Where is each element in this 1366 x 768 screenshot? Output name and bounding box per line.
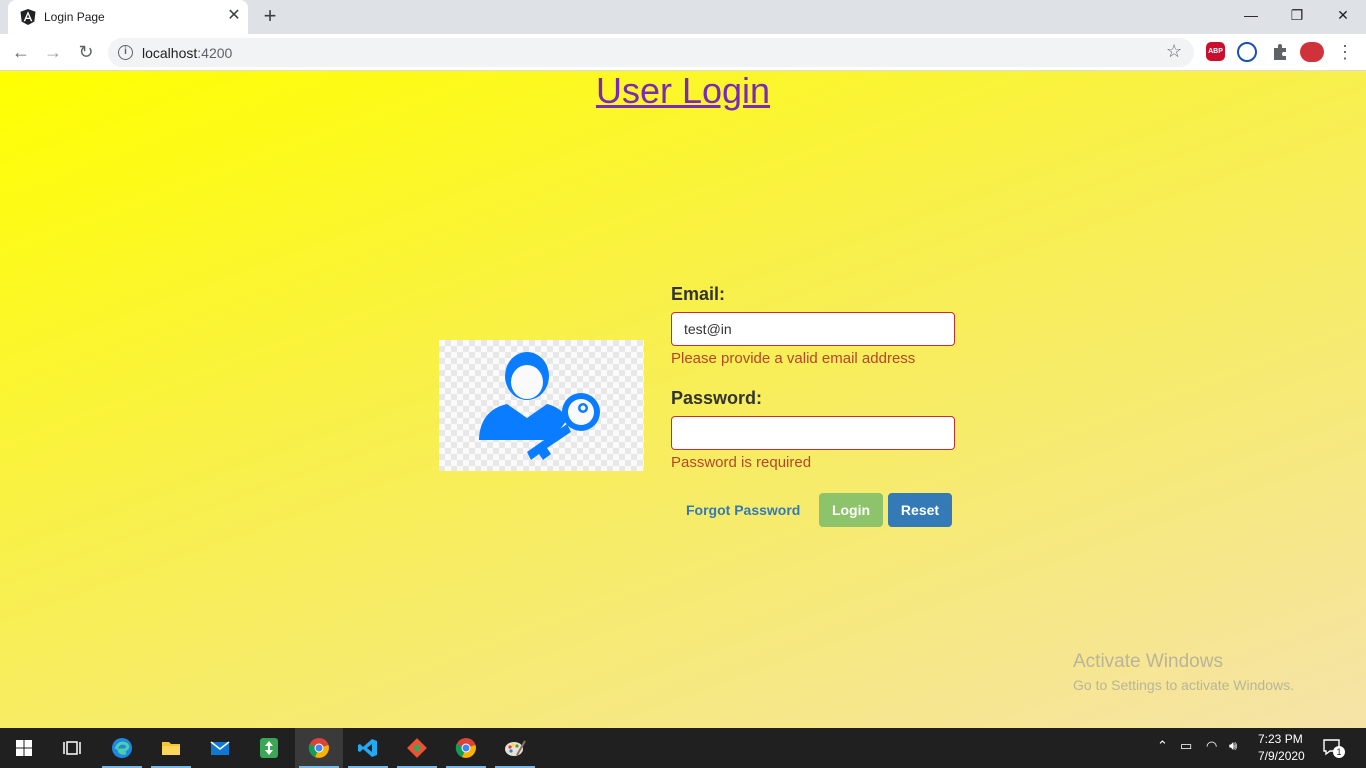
forward-arrow-icon[interactable]: → <box>40 39 66 65</box>
activate-windows-subtitle: Go to Settings to activate Windows. <box>1073 677 1294 693</box>
notification-center-icon[interactable]: 1 <box>1322 738 1345 758</box>
reset-button[interactable]: Reset <box>888 493 952 527</box>
profile-avatar-icon[interactable] <box>1300 42 1324 62</box>
user-key-icon <box>479 352 600 460</box>
restore-button[interactable]: ❐ <box>1274 0 1320 30</box>
taskbar-date[interactable]: 7/9/2020 <box>1258 749 1305 763</box>
windows-start-icon <box>16 740 32 756</box>
bookmark-star-icon[interactable]: ☆ <box>1166 41 1182 62</box>
extension-blue-icon[interactable] <box>1237 42 1257 62</box>
browser-tab-active[interactable]: Login Page ✕ <box>8 0 248 34</box>
folder-icon <box>162 742 180 755</box>
taskbar-time[interactable]: 7:23 PM <box>1258 732 1303 746</box>
chrome-icon <box>455 738 476 758</box>
taskbar-git[interactable] <box>393 728 441 768</box>
activate-windows-title: Activate Windows <box>1073 651 1223 672</box>
taskbar-mail[interactable] <box>196 728 244 768</box>
taskbar-green-app[interactable] <box>245 728 293 768</box>
email-field[interactable] <box>671 312 955 346</box>
browser-menu-icon[interactable]: ⋮ <box>1332 39 1358 65</box>
password-label: Password: <box>671 388 763 408</box>
taskbar-paint[interactable] <box>491 728 539 768</box>
task-view-button[interactable] <box>48 728 96 768</box>
paint-palette-icon <box>505 740 526 756</box>
edge-icon <box>112 738 132 758</box>
tab-close-icon[interactable]: ✕ <box>224 6 244 26</box>
chrome-icon <box>308 738 329 758</box>
tab-title: Login Page <box>44 10 105 24</box>
network-icon[interactable]: ◠ <box>1206 738 1217 754</box>
puzzle-icon[interactable] <box>1270 42 1290 62</box>
page-title[interactable]: User Login <box>0 71 1366 111</box>
green-app-icon <box>260 738 278 758</box>
login-button[interactable]: Login <box>819 493 883 527</box>
page-body: User Login Email: Please provide a valid… <box>0 71 1366 728</box>
start-button[interactable] <box>0 728 48 768</box>
password-error-text: Password is required <box>671 454 812 471</box>
site-info-icon[interactable]: i <box>118 45 133 60</box>
taskbar-edge[interactable] <box>98 728 146 768</box>
abp-icon[interactable]: ABP <box>1206 42 1225 61</box>
vscode-icon <box>358 739 377 757</box>
git-icon <box>407 738 427 758</box>
close-window-button[interactable]: ✕ <box>1320 0 1366 30</box>
browser-toolbar: ← → ↻ i localhost:4200 ☆ ABP ⋮ <box>0 34 1366 71</box>
minimize-button[interactable]: — <box>1228 0 1274 30</box>
forgot-password-link[interactable]: Forgot Password <box>686 502 800 518</box>
mail-icon <box>210 741 230 755</box>
battery-icon[interactable]: ▭ <box>1180 738 1192 754</box>
url-text[interactable]: localhost:4200 <box>142 45 232 61</box>
taskbar-vscode[interactable] <box>344 728 392 768</box>
taskbar-file-explorer[interactable] <box>147 728 195 768</box>
tray-chevron-up-icon[interactable]: ⌃ <box>1157 738 1168 754</box>
browser-tabstrip: Login Page ✕ + — ❐ ✕ <box>0 0 1366 34</box>
taskbar-chrome[interactable] <box>442 728 490 768</box>
address-bar[interactable]: i localhost:4200 ☆ <box>108 38 1194 67</box>
user-key-image <box>439 340 644 471</box>
angular-favicon-icon <box>20 9 36 25</box>
notification-count-badge: 1 <box>1333 746 1345 758</box>
taskbar-chrome-active[interactable] <box>295 728 343 768</box>
back-arrow-icon[interactable]: ← <box>8 39 34 65</box>
task-view-icon <box>63 741 81 755</box>
reload-icon[interactable]: ↻ <box>73 39 99 65</box>
password-field[interactable] <box>671 416 955 450</box>
email-label: Email: <box>671 284 726 304</box>
windows-taskbar: ⌃ ▭ ◠ 🔊︎ 7:23 PM 7/9/2020 1 <box>0 728 1366 768</box>
volume-icon[interactable]: 🔊︎ <box>1229 738 1237 754</box>
new-tab-button[interactable]: + <box>258 5 282 29</box>
email-error-text: Please provide a valid email address <box>671 350 916 367</box>
